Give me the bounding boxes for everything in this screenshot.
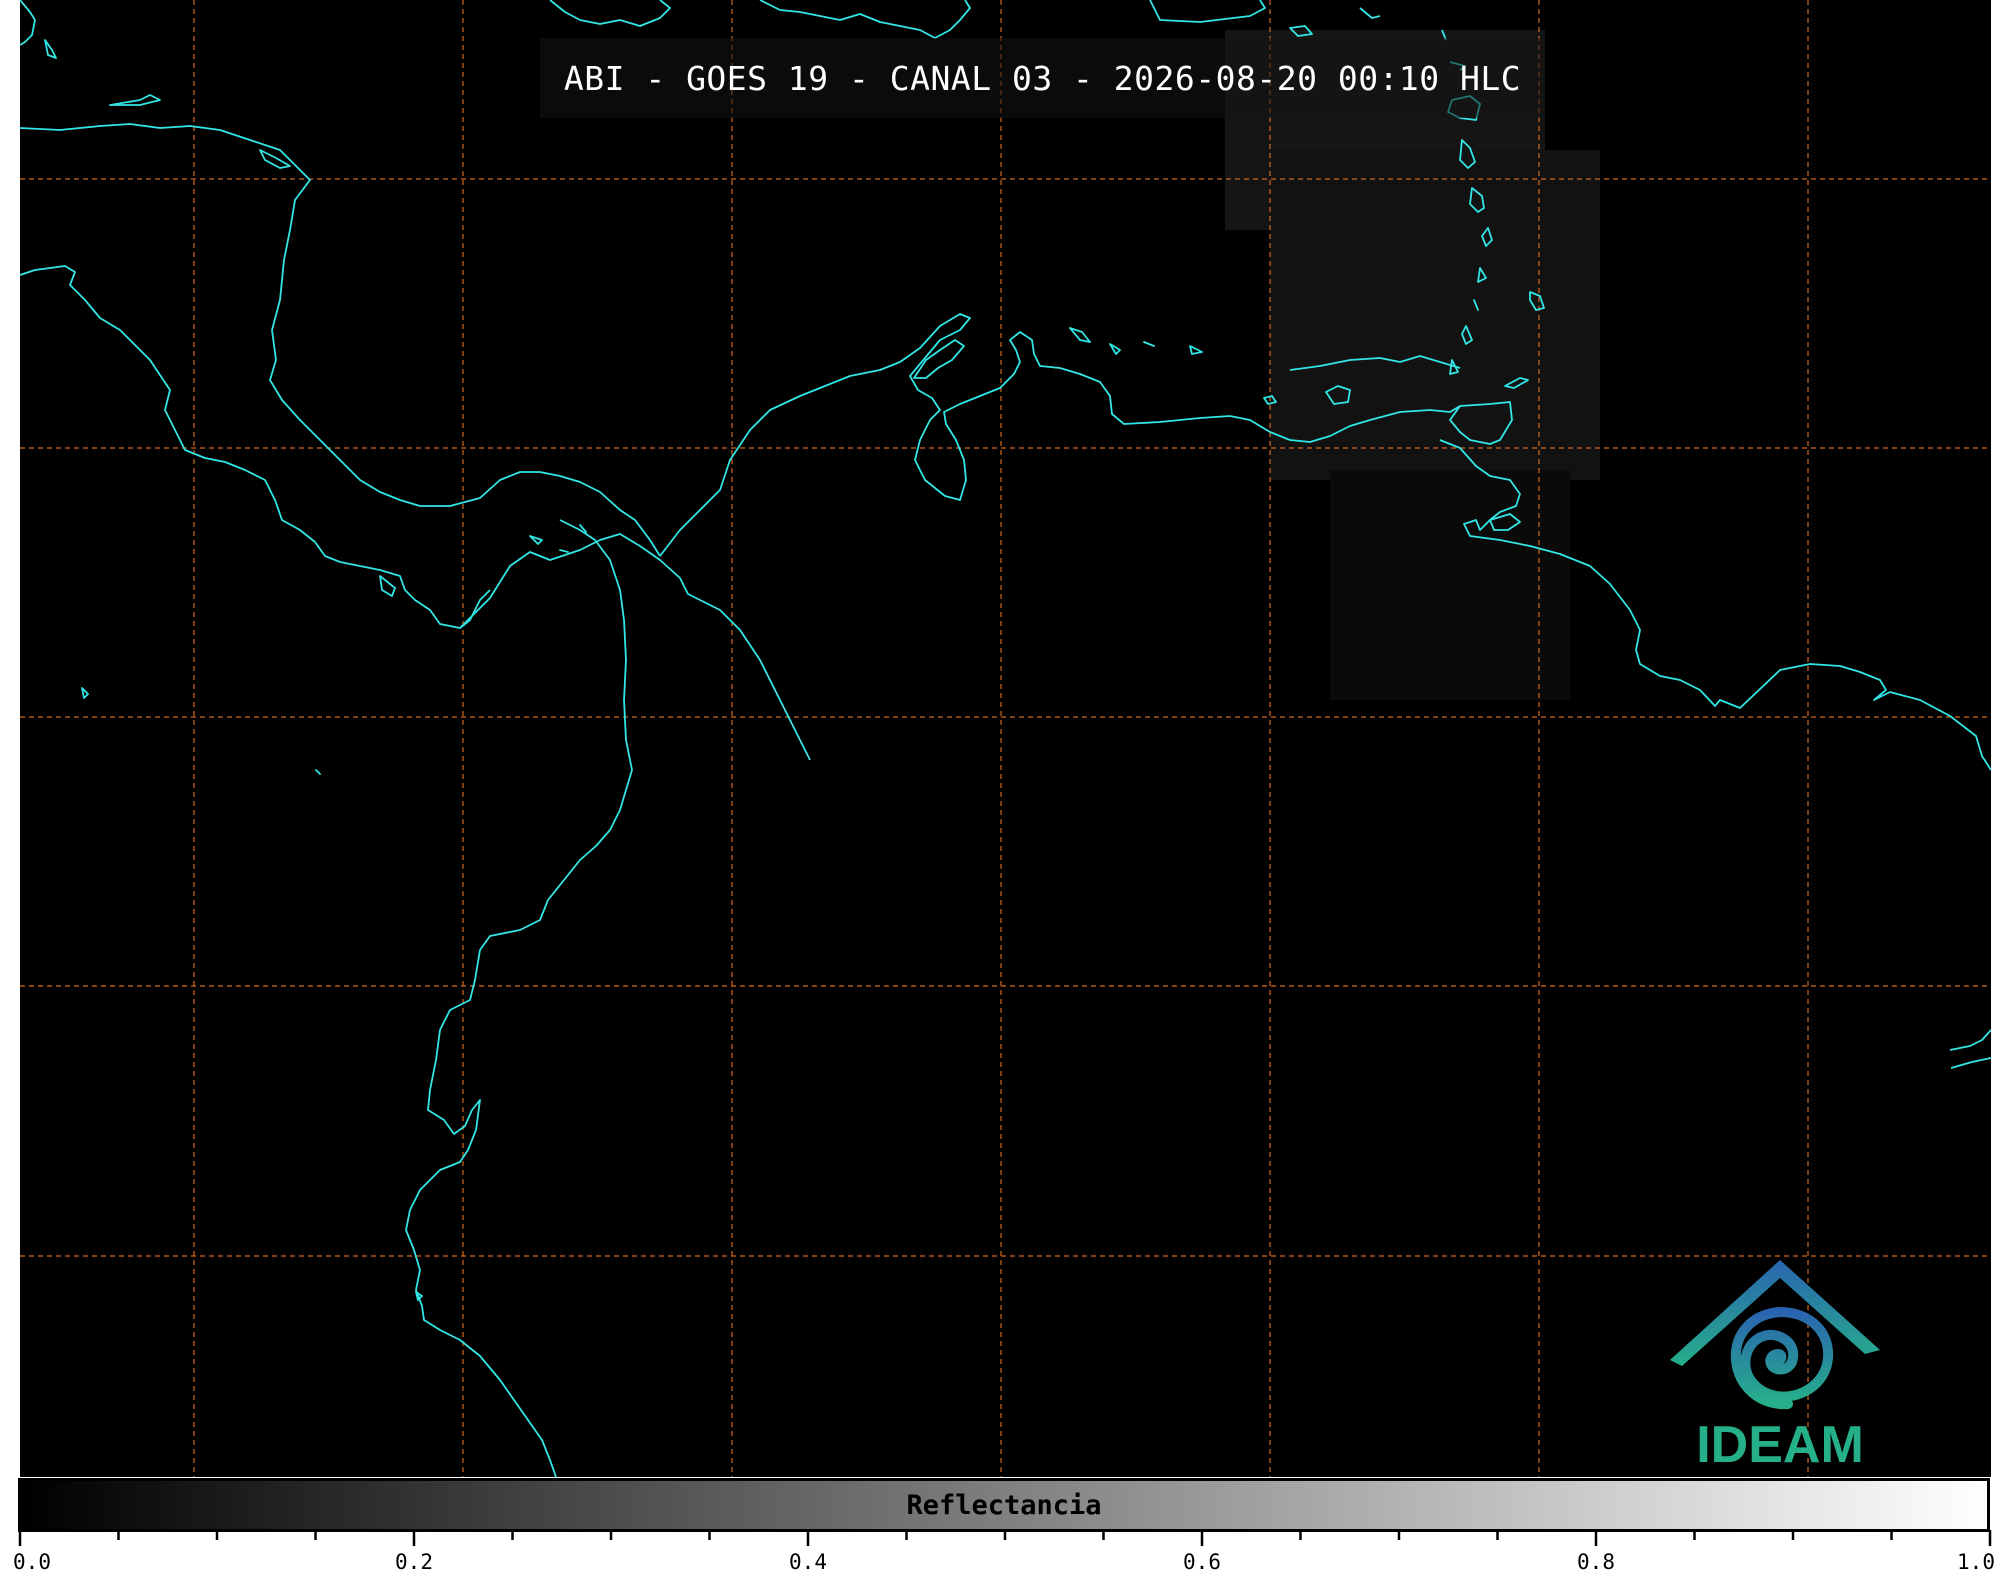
colorbar-tick-label: 0.8: [1577, 1550, 1615, 1574]
map-title: ABI - GOES 19 - CANAL 03 - 2026-08-20 00…: [563, 58, 1522, 98]
ideam-logo: IDEAM: [1660, 1250, 1900, 1475]
coastline-greater-antilles: [549, 0, 671, 27]
colorbar-tick-label: 0.6: [1183, 1550, 1221, 1574]
coastline-island: [109, 94, 161, 106]
colorbar-tick-label: 1.0: [1957, 1550, 1995, 1574]
colorbar-ticks: [18, 1530, 1992, 1546]
colorbar-tick-label: 0.0: [13, 1550, 51, 1574]
colorbar: Reflectancia: [18, 1478, 1990, 1532]
coastline-amazon-east: [1949, 1029, 1991, 1069]
coastline-mexico-pacific: [20, 265, 491, 629]
colorbar-tick-label: 0.4: [789, 1550, 827, 1574]
satellite-map: ABI - GOES 19 - CANAL 03 - 2026-08-20 00…: [20, 0, 1991, 1477]
coastline-island: [259, 149, 291, 169]
coastline-panama: [459, 533, 811, 761]
ideam-logo-graphic: [1670, 1260, 1880, 1410]
coastline-island: [44, 39, 57, 59]
coastline-colombia-pacific: [405, 519, 633, 1477]
colorbar-tick-label: 0.2: [395, 1550, 433, 1574]
coastline-hispaniola: [759, 0, 971, 39]
title-box: ABI - GOES 19 - CANAL 03 - 2026-08-20 00…: [540, 38, 1545, 118]
coastline-costa-rica: [379, 575, 396, 597]
colorbar-label: Reflectancia: [906, 1489, 1102, 1521]
reflectance-patch: [1225, 30, 1600, 700]
ideam-logo-text: IDEAM: [1696, 1416, 1864, 1474]
coastline-gorgona: [81, 687, 321, 775]
coastline-island: [1359, 7, 1381, 19]
coastline-mexico-gulf: [20, 123, 661, 557]
coastline-puerto-rico: [1149, 0, 1266, 23]
coastline-northwest-corner: [20, 0, 36, 46]
coastline-aruba-curacao: [1069, 327, 1203, 355]
